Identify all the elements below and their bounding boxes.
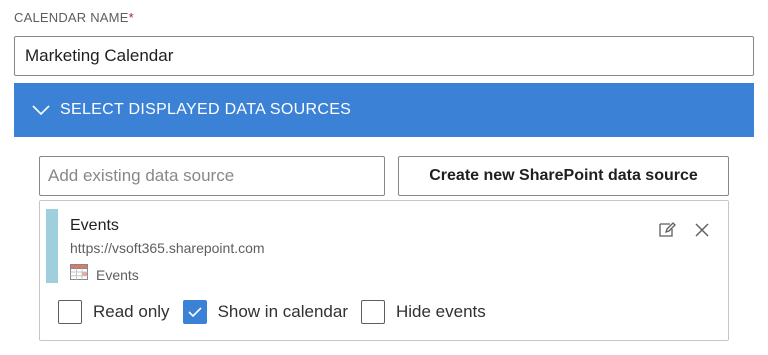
- edit-icon[interactable]: [656, 219, 678, 241]
- source-list: Events: [70, 264, 139, 285]
- add-data-source-input[interactable]: [39, 156, 385, 196]
- show-in-calendar-checkbox[interactable]: [182, 300, 207, 324]
- read-only-checkbox[interactable]: [58, 300, 82, 324]
- source-name: Events: [70, 217, 119, 234]
- show-in-calendar-label: Show in calendar: [217, 302, 348, 321]
- list-icon: [70, 264, 88, 285]
- data-sources-section-header[interactable]: SELECT DISPLAYED DATA SOURCES: [14, 83, 754, 137]
- hide-events-label: Hide events: [395, 302, 486, 321]
- section-title: SELECT DISPLAYED DATA SOURCES: [60, 101, 352, 118]
- list-name: Events: [96, 266, 139, 283]
- data-source-card: Events https://vsoft365.sharepoint.com E…: [39, 200, 729, 341]
- source-options: Read only Show in calendar Hide events: [58, 300, 499, 324]
- close-icon[interactable]: [691, 219, 713, 241]
- read-only-label: Read only: [93, 302, 170, 321]
- read-only-option[interactable]: Read only: [58, 300, 170, 324]
- calendar-name-input[interactable]: [14, 36, 754, 76]
- source-color-bar: [46, 209, 58, 283]
- checkmark-icon: [187, 307, 202, 318]
- show-in-calendar-option[interactable]: Show in calendar: [182, 300, 348, 324]
- hide-events-option[interactable]: Hide events: [360, 300, 486, 324]
- calendar-name-label-text: CALENDAR NAME: [14, 10, 129, 25]
- hide-events-checkbox[interactable]: [360, 300, 385, 324]
- calendar-name-label: CALENDAR NAME*: [14, 10, 134, 25]
- source-url: https://vsoft365.sharepoint.com: [70, 240, 265, 256]
- chevron-down-icon: [32, 101, 50, 119]
- create-sharepoint-source-button[interactable]: Create new SharePoint data source: [398, 156, 729, 196]
- required-mark: *: [128, 10, 134, 25]
